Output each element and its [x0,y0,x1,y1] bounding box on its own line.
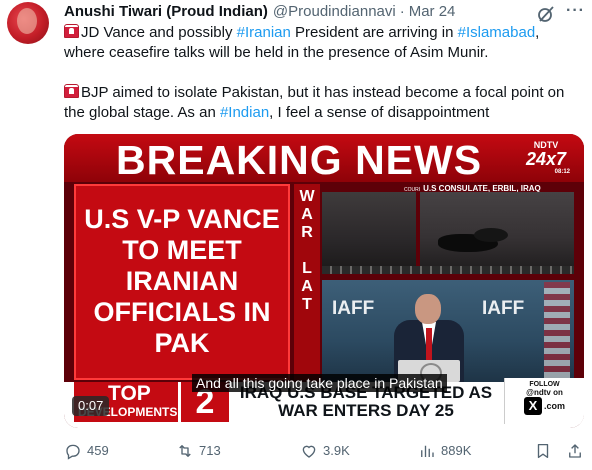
more-options-icon[interactable]: ··· [566,3,586,24]
bookmark-icon [537,443,549,459]
like-button[interactable]: 3.9K [300,440,350,462]
footage-panel-left [322,192,416,274]
channel-name: 24x7 [525,149,567,169]
text-segment: JD Vance and possibly [81,24,237,41]
video-timer: 0:07 [72,396,110,416]
breaking-news-title: BREAKING NEWS [116,137,483,183]
headline-text: U.S V-P VANCE TO MEET IRANIAN OFFICIALS … [76,204,288,359]
follow-handle: @ndtv on [526,388,563,397]
text-segment: where ceasefire talks will be held in th… [64,44,489,61]
channel-clock: 08:12 [554,169,570,175]
ticker-line: WAR ENTERS DAY 25 [278,401,454,420]
grok-icon[interactable] [536,4,556,24]
x-logo-icon: X [523,397,542,415]
tweet-date[interactable]: Mar 24 [409,3,456,20]
strip-letter: T [302,296,312,313]
strip-letter: L [302,260,312,277]
reply-button[interactable]: 459 [64,440,109,462]
stage-logo-text: IAFF [482,298,525,319]
war-latest-strip: W A R L A T [294,184,320,380]
repost-button[interactable]: 713 [176,440,221,462]
follow-domain: .com [543,401,565,411]
text-segment: , [535,24,540,41]
video-caption: And all this going take place in Pakista… [192,374,447,392]
follow-box: FOLLOW @ndtv on X .com [504,378,584,424]
repost-icon [179,445,191,457]
flag-backdrop [544,282,570,382]
separator-dot: · [399,2,405,20]
view-count: 889K [441,443,472,458]
siren-emoji-icon [64,24,79,38]
tweet-text-paragraph-2: BJP aimed to isolate Pakistan, but it ha… [64,83,588,123]
ticker-tag-top: TOP [108,382,151,405]
display-name[interactable]: Anushi Tiwari (Proud Indian) [64,3,268,20]
hashtag-iranian[interactable]: #Iranian [237,24,291,41]
headline-line: PAK [154,328,210,358]
speaker-head [415,294,441,324]
strip-letter: A [301,206,313,223]
follow-label: FOLLOW [529,381,560,388]
headline-box: U.S V-P VANCE TO MEET IRANIAN OFFICIALS … [74,184,290,380]
text-segment: BJP aimed to isolate Pakistan, but it ha… [81,84,565,101]
text-segment: President are arriving in [290,24,458,41]
stage-logo-text: IAFF [332,298,375,319]
headline-line: IRANIAN [125,266,239,296]
bookmark-button[interactable] [534,440,557,462]
headline-line: U.S V-P VANCE [84,204,280,234]
avatar[interactable] [7,2,49,44]
smoke-plume [474,228,508,242]
headline-line: OFFICIALS IN [93,297,271,327]
share-icon [569,444,581,458]
strip-letter: A [301,278,313,295]
reply-count: 459 [87,443,109,458]
text-segment: the global stage. As an [64,104,220,121]
hashtag-islamabad[interactable]: #Islamabad [458,24,536,41]
tweet-text-paragraph-1: JD Vance and possibly #Iranian President… [64,23,588,63]
video-player[interactable]: BREAKING NEWS NDTV 24x7 08:12 U.S V-P VA… [64,134,584,428]
heart-icon [302,445,316,458]
reply-icon [66,444,80,460]
text-segment: , I feel a sense of disappointment [269,104,490,121]
repost-count: 713 [199,443,221,458]
views-button[interactable]: 889K [418,440,471,462]
like-count: 3.9K [323,443,350,458]
headline-line: TO MEET [122,235,242,265]
analytics-icon [421,445,434,457]
siren-emoji-icon [64,84,79,98]
user-handle[interactable]: @Proudindiannavi [273,3,396,20]
channel-logo: NDTV 24x7 08:12 [516,140,576,176]
share-button[interactable] [566,440,589,462]
tweet-actions: 459 713 3.9K 889K [64,440,588,462]
hashtag-indian[interactable]: #Indian [220,104,269,121]
tweet-header: Anushi Tiwari (Proud Indian) @Proudindia… [64,1,455,21]
strip-letter: R [301,224,313,241]
city-lights [322,266,574,274]
strip-letter: W [299,188,315,205]
